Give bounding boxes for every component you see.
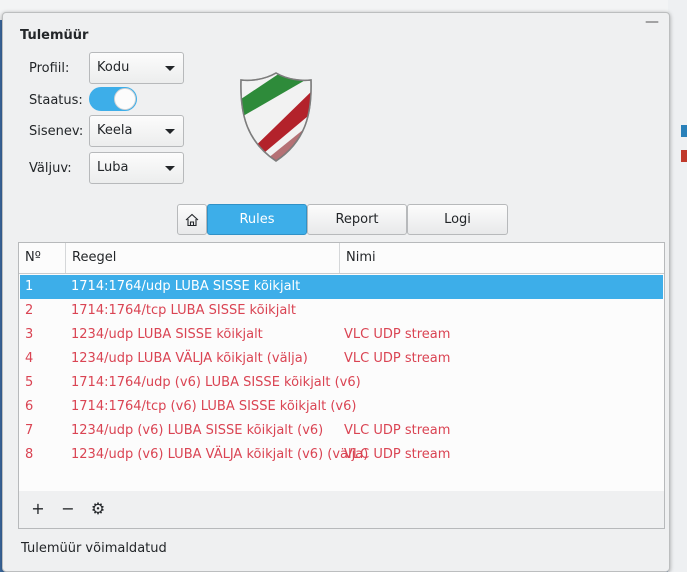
window-corner-control[interactable]: — xyxy=(645,15,659,29)
status-bar-text: Tulemüür võimaldatud xyxy=(21,541,167,556)
table-row[interactable]: 1 1714:1764/udp LUBA SISSE kõikjalt xyxy=(20,275,663,299)
row-rule: 1234/udp (v6) LUBA SISSE kõikjalt (v6) xyxy=(71,423,324,438)
row-rule: 1714:1764/tcp (v6) LUBA SISSE kõikjalt (… xyxy=(71,399,357,414)
outgoing-label: Väljuv: xyxy=(29,161,72,176)
row-name: VLC UDP stream xyxy=(344,327,451,342)
table-row[interactable]: 3 1234/udp LUBA SISSE kõikjalt VLC UDP s… xyxy=(20,323,663,347)
add-rule-button[interactable]: + xyxy=(27,498,49,520)
profile-select[interactable]: Kodu xyxy=(89,52,184,84)
chevron-down-icon xyxy=(165,129,175,134)
row-rule: 1234/udp LUBA VÄLJA kõikjalt (välja) xyxy=(71,351,308,366)
chevron-down-icon xyxy=(165,66,175,71)
incoming-select-value: Keela xyxy=(97,123,133,138)
status-label: Staatus: xyxy=(29,93,83,108)
row-rule: 1714:1764/udp LUBA SISSE kõikjalt xyxy=(71,279,301,294)
row-number: 1 xyxy=(25,279,34,294)
firewall-shield-icon xyxy=(240,72,312,162)
home-icon xyxy=(185,213,199,227)
row-rule: 1234/udp LUBA SISSE kõikjalt xyxy=(71,327,263,342)
chevron-down-icon xyxy=(165,166,175,171)
row-number: 6 xyxy=(25,399,34,414)
tab-report[interactable]: Report xyxy=(307,204,407,235)
row-name: VLC UDP stream xyxy=(344,351,451,366)
remove-rule-button[interactable]: − xyxy=(57,498,79,520)
outgoing-select[interactable]: Luba xyxy=(89,152,184,184)
page-title: Tulemüür xyxy=(20,28,89,43)
table-row[interactable]: 6 1714:1764/tcp (v6) LUBA SISSE kõikjalt… xyxy=(20,395,663,419)
column-header-name[interactable]: Nimi xyxy=(340,243,660,273)
column-header-number[interactable]: Nº xyxy=(19,243,66,273)
tab-logs[interactable]: Logi xyxy=(407,204,508,235)
row-number: 2 xyxy=(25,303,34,318)
outgoing-select-value: Luba xyxy=(97,160,129,175)
table-row[interactable]: 2 1714:1764/tcp LUBA SISSE kõikjalt xyxy=(20,299,663,323)
background-window-right xyxy=(668,0,687,572)
table-header: Nº Reegel Nimi xyxy=(19,243,664,274)
firewall-window: — Tulemüür Profiil: Kodu Staatus: Sisene… xyxy=(2,12,670,572)
rules-table: Nº Reegel Nimi 1 1714:1764/udp LUBA SISS… xyxy=(18,242,665,492)
table-row[interactable]: 7 1234/udp (v6) LUBA SISSE kõikjalt (v6)… xyxy=(20,419,663,443)
incoming-select[interactable]: Keela xyxy=(89,115,184,147)
profile-label: Profiil: xyxy=(29,61,70,76)
table-row[interactable]: 5 1714:1764/udp (v6) LUBA SISSE kõikjalt… xyxy=(20,371,663,395)
row-name: VLC UDP stream xyxy=(344,447,451,462)
incoming-label: Sisenev: xyxy=(29,124,84,139)
tab-home[interactable] xyxy=(177,204,207,235)
row-name: VLC UDP stream xyxy=(344,423,451,438)
profile-select-value: Kodu xyxy=(97,60,130,75)
row-rule: 1234/udp (v6) LUBA VÄLJA kõikjalt (v6) (… xyxy=(71,447,369,462)
gear-icon[interactable]: ⚙ xyxy=(87,498,109,520)
toggle-knob xyxy=(114,88,136,110)
status-toggle[interactable] xyxy=(89,87,137,111)
row-number: 5 xyxy=(25,375,34,390)
tab-rules[interactable]: Rules xyxy=(207,204,307,235)
column-header-rule[interactable]: Reegel xyxy=(66,243,340,273)
row-number: 7 xyxy=(25,423,34,438)
row-rule: 1714:1764/tcp LUBA SISSE kõikjalt xyxy=(71,303,296,318)
table-row[interactable]: 4 1234/udp LUBA VÄLJA kõikjalt (välja) V… xyxy=(20,347,663,371)
row-number: 3 xyxy=(25,327,34,342)
table-row[interactable]: 8 1234/udp (v6) LUBA VÄLJA kõikjalt (v6)… xyxy=(20,443,663,467)
row-rule: 1714:1764/udp (v6) LUBA SISSE kõikjalt (… xyxy=(71,375,361,390)
row-number: 4 xyxy=(25,351,34,366)
row-number: 8 xyxy=(25,447,34,462)
table-toolbar: + − ⚙ xyxy=(18,491,665,529)
